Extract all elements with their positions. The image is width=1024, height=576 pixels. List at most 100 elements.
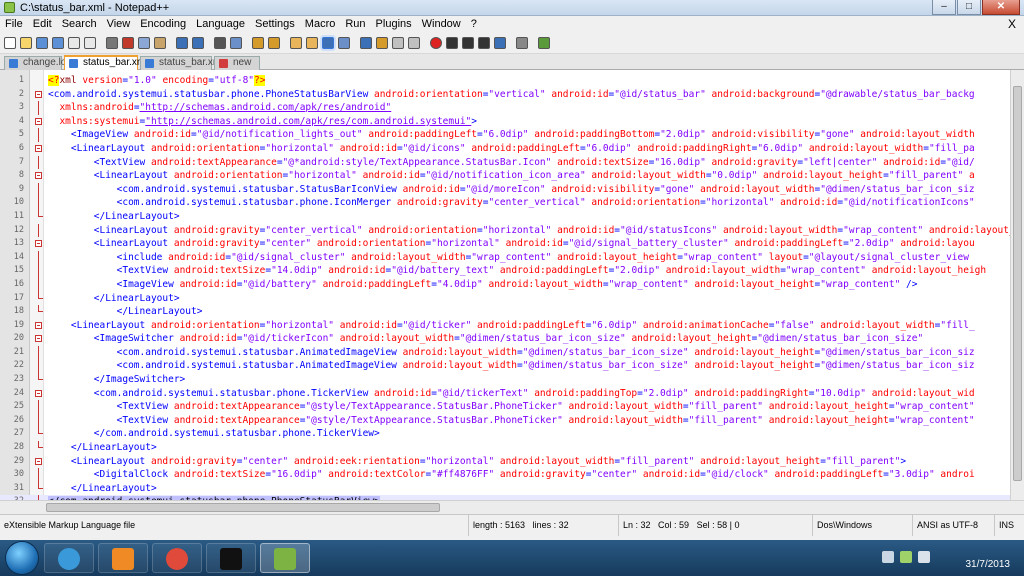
code-line[interactable]: 26 <TextView android:textAppearance="@st…: [0, 413, 1010, 428]
code-text[interactable]: <com.android.systemui.statusbar.phone.Ic…: [48, 196, 975, 210]
code-text[interactable]: <LinearLayout android:orientation="horiz…: [48, 319, 975, 333]
undo-icon[interactable]: [176, 37, 188, 49]
tab-new-2[interactable]: new 2: [214, 56, 260, 80]
code-text[interactable]: <include android:id="@id/signal_cluster"…: [48, 251, 969, 265]
stop-macro-icon[interactable]: [446, 37, 458, 49]
code-text[interactable]: <LinearLayout android:orientation="horiz…: [48, 169, 975, 183]
menu-item-search[interactable]: Search: [57, 16, 102, 32]
function-list-icon[interactable]: [408, 37, 420, 49]
close-document-button[interactable]: X: [1008, 16, 1016, 32]
word-wrap-icon[interactable]: [322, 37, 334, 49]
fold-toggle-icon[interactable]: [35, 457, 42, 465]
action-center-icon[interactable]: [882, 551, 894, 563]
open-file-icon[interactable]: [20, 37, 32, 49]
close-button[interactable]: ✕: [982, 0, 1020, 15]
save-all-icon[interactable]: [52, 37, 64, 49]
vertical-scrollbar[interactable]: [1010, 70, 1024, 500]
code-text[interactable]: <TextView android:textAppearance="@*andr…: [48, 156, 975, 170]
code-text[interactable]: <com.android.systemui.statusbar.Animated…: [48, 359, 975, 373]
horizontal-scrollbar[interactable]: [0, 500, 1024, 514]
taskbar-notepad-plus-plus-button[interactable]: [260, 543, 310, 573]
code-line[interactable]: 6 <LinearLayout android:orientation="hor…: [0, 142, 1010, 156]
show-all-chars-icon[interactable]: [338, 37, 350, 49]
save-icon[interactable]: [36, 37, 48, 49]
menu-item-help[interactable]: ?: [466, 16, 482, 32]
menu-item-run[interactable]: Run: [340, 16, 370, 32]
tab-status-bar-xml[interactable]: status_bar.xml: [140, 56, 223, 70]
code-line[interactable]: 27 </com.android.systemui.statusbar.phon…: [0, 427, 1010, 441]
clock-date[interactable]: 31/7/2013: [966, 559, 1011, 570]
code-text[interactable]: <ImageSwitcher android:id="@id/tickerIco…: [48, 332, 923, 346]
copy-icon[interactable]: [138, 37, 150, 49]
menu-item-view[interactable]: View: [102, 16, 136, 32]
code-line[interactable]: 28 </LinearLayout>: [0, 441, 1010, 455]
code-text[interactable]: <com.android.systemui.statusbar.StatusBa…: [48, 183, 975, 197]
code-lines[interactable]: 1 <?xml version="1.0" encoding="utf-8"?> 2…: [0, 74, 1024, 509]
menu-item-language[interactable]: Language: [191, 16, 250, 32]
redo-icon[interactable]: [192, 37, 204, 49]
code-line[interactable]: 9 <com.android.systemui.statusbar.Status…: [0, 182, 1010, 197]
code-line[interactable]: 8 <LinearLayout android:orientation="hor…: [0, 169, 1010, 183]
zoom-in-icon[interactable]: [252, 37, 264, 49]
code-text[interactable]: </LinearLayout>: [48, 210, 180, 224]
replace-icon[interactable]: [230, 37, 242, 49]
save-macro-icon[interactable]: [494, 37, 506, 49]
code-text[interactable]: </LinearLayout>: [48, 292, 180, 306]
code-text[interactable]: <ImageView android:id="@id/battery" andr…: [48, 278, 918, 292]
tab-status-bar-xml[interactable]: status_bar.xml: [64, 55, 147, 70]
code-text[interactable]: xmlns:android="http://schemas.android.co…: [48, 101, 391, 115]
code-text[interactable]: <DigitalClock android:textSize="16.0dip"…: [48, 468, 975, 482]
menu-item-file[interactable]: File: [0, 16, 28, 32]
play-macro-icon[interactable]: [462, 37, 474, 49]
taskbar-internet-explorer-button[interactable]: [44, 543, 94, 573]
new-file-icon[interactable]: [4, 37, 16, 49]
spell-check-icon[interactable]: [516, 37, 528, 49]
fold-toggle-icon[interactable]: [35, 321, 42, 329]
menu-item-macro[interactable]: Macro: [300, 16, 341, 32]
code-line[interactable]: 20 <ImageSwitcher android:id="@id/ticker…: [0, 332, 1010, 346]
code-line[interactable]: 5 <ImageView android:id="@id/notificatio…: [0, 128, 1010, 142]
code-text[interactable]: </LinearLayout>: [48, 482, 157, 496]
code-line[interactable]: 22 <com.android.systemui.statusbar.Anima…: [0, 359, 1010, 374]
doc-map-icon[interactable]: [392, 37, 404, 49]
zoom-out-icon[interactable]: [268, 37, 280, 49]
menu-item-edit[interactable]: Edit: [28, 16, 57, 32]
play-multiple-icon[interactable]: [478, 37, 490, 49]
code-line[interactable]: 25 <TextView android:textAppearance="@st…: [0, 400, 1010, 414]
horizontal-scroll-thumb[interactable]: [46, 503, 440, 512]
record-macro-icon[interactable]: [430, 37, 442, 49]
code-text[interactable]: <?xml version="1.0" encoding="utf-8"?>: [48, 74, 266, 88]
code-text[interactable]: <LinearLayout android:orientation="horiz…: [48, 142, 975, 156]
menu-item-window[interactable]: Window: [417, 16, 466, 32]
taskbar-media-player-button[interactable]: [98, 543, 148, 573]
code-line[interactable]: 11 </LinearLayout>: [0, 209, 1010, 224]
code-line[interactable]: 1 <?xml version="1.0" encoding="utf-8"?>: [0, 74, 1010, 88]
menu-item-plugins[interactable]: Plugins: [371, 16, 417, 32]
abc-icon[interactable]: [538, 37, 550, 49]
code-text[interactable]: </LinearLayout>: [48, 305, 203, 319]
fold-toggle-icon[interactable]: [35, 144, 42, 152]
maximize-button[interactable]: □: [957, 0, 981, 15]
code-line[interactable]: 12 <LinearLayout android:gravity="center…: [0, 223, 1024, 238]
indent-guide-icon[interactable]: [360, 37, 372, 49]
code-text[interactable]: <LinearLayout android:gravity="center_ve…: [48, 224, 1024, 238]
print-icon[interactable]: [106, 37, 118, 49]
code-line[interactable]: 23 </ImageSwitcher>: [0, 373, 1010, 387]
code-line[interactable]: 17 </LinearLayout>: [0, 291, 1010, 306]
code-text[interactable]: xmlns:systemui="http://schemas.android.c…: [48, 115, 477, 129]
fold-toggle-icon[interactable]: [35, 90, 42, 98]
code-line[interactable]: 7 <TextView android:textAppearance="@*an…: [0, 155, 1010, 170]
fold-toggle-icon[interactable]: [35, 172, 42, 180]
fold-toggle-icon[interactable]: [35, 240, 42, 248]
code-line[interactable]: 14 <include android:id="@id/signal_clust…: [0, 250, 1010, 265]
code-text[interactable]: <ImageView android:id="@id/notification_…: [48, 128, 975, 142]
user-lang-icon[interactable]: [376, 37, 388, 49]
taskbar-chrome-button[interactable]: [152, 543, 202, 573]
start-button[interactable]: [6, 542, 38, 574]
code-text[interactable]: <com.android.systemui.statusbar.phone.Ph…: [48, 88, 975, 102]
editor[interactable]: 1 <?xml version="1.0" encoding="utf-8"?> 2…: [0, 70, 1024, 514]
code-line[interactable]: 15 <TextView android:textSize="14.0dip" …: [0, 264, 1010, 278]
minimize-button[interactable]: –: [932, 0, 956, 15]
code-line[interactable]: 3 xmlns:android="http://schemas.android.…: [0, 101, 1010, 115]
taskbar-command-prompt-button[interactable]: [206, 543, 256, 573]
